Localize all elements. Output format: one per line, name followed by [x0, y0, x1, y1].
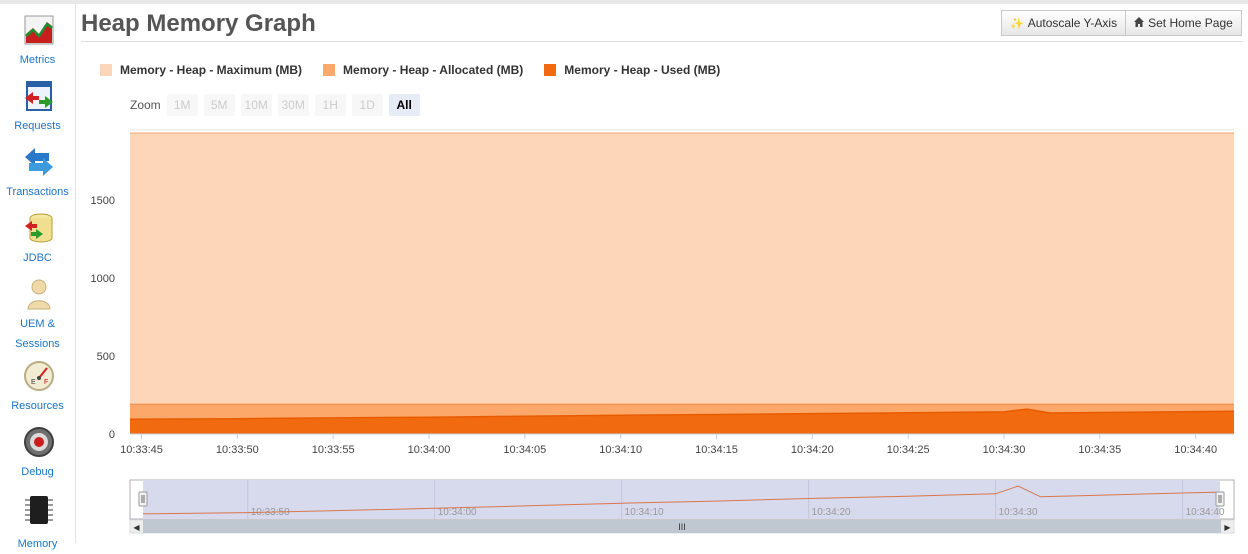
zoom-1d-button[interactable]: 1D: [351, 94, 383, 116]
sidebar-item-transactions[interactable]: Transactions: [0, 146, 75, 202]
chart-legend: Memory - Heap - Maximum (MB) Memory - He…: [100, 63, 741, 77]
debug-icon: [24, 427, 54, 457]
y-tick-label: 0: [109, 429, 115, 441]
zoom-1h-button[interactable]: 1H: [314, 94, 346, 116]
x-tick-label: 10:34:25: [887, 444, 930, 456]
y-tick-label: 1000: [91, 273, 115, 285]
y-tick-label: 500: [97, 351, 115, 363]
legend-item-maximum[interactable]: Memory - Heap - Maximum (MB): [100, 63, 302, 77]
y-tick-label: 1500: [91, 195, 115, 207]
legend-item-allocated[interactable]: Memory - Heap - Allocated (MB): [323, 63, 523, 77]
zoom-10m-button[interactable]: 10M: [240, 94, 272, 116]
svg-text:E: E: [31, 379, 36, 386]
sidebar-item-label: Metrics: [19, 54, 56, 66]
sidebar-item-requests[interactable]: Requests: [0, 80, 75, 136]
sidebar-item-label: UEM &: [20, 318, 55, 330]
header-toolbar: ✨ Autoscale Y-Axis Set Home Page: [1001, 10, 1242, 36]
legend-swatch: [100, 64, 112, 76]
metrics-chart-icon: [24, 15, 54, 45]
sidebar-item-memory[interactable]: Memory: [0, 494, 75, 550]
navigator-tick-label: 10:34:10: [625, 507, 664, 518]
sidebar-item-label: Debug: [21, 466, 54, 478]
sidebar-item-jdbc[interactable]: JDBC: [0, 212, 75, 268]
user-icon: [27, 279, 51, 310]
navigator-left-handle[interactable]: [138, 491, 148, 507]
sidebar-item-label: Transactions: [6, 186, 69, 198]
zoom-selector: Zoom 1M 5M 10M 30M 1H 1D All: [130, 94, 426, 116]
x-tick-label: 10:34:00: [408, 444, 451, 456]
transactions-arrows-icon: [25, 148, 53, 176]
gauge-icon: E F: [24, 361, 54, 391]
scroll-left-arrow-icon[interactable]: ◀: [133, 523, 140, 532]
area-series-used-line: [129, 408, 1235, 420]
sidebar-item-label: JDBC: [23, 252, 52, 264]
sidebar-item-resources[interactable]: E F Resources: [0, 360, 75, 416]
sidebar-item-label: Resources: [11, 400, 64, 412]
x-tick-label: 10:34:05: [503, 444, 546, 456]
x-tick-label: 10:33:50: [216, 444, 259, 456]
x-tick-label: 10:34:35: [1078, 444, 1121, 456]
x-tick-label: 10:34:20: [791, 444, 834, 456]
memory-chip-icon: [25, 496, 53, 524]
navigator-right-handle[interactable]: [1215, 491, 1225, 507]
zoom-30m-button[interactable]: 30M: [277, 94, 309, 116]
zoom-1m-button[interactable]: 1M: [166, 94, 198, 116]
sidebar-item-label: Memory: [17, 538, 58, 550]
scrollbar-grip-icon: III: [678, 522, 686, 532]
legend-item-used[interactable]: Memory - Heap - Used (MB): [544, 63, 720, 77]
autoscale-y-axis-button[interactable]: ✨ Autoscale Y-Axis: [1001, 10, 1127, 36]
sidebar-item-label: Requests: [14, 120, 61, 132]
x-tick-label: 10:34:10: [599, 444, 642, 456]
legend-label: Memory - Heap - Maximum (MB): [120, 63, 303, 77]
navigator-tick-label: 10:34:00: [438, 507, 477, 518]
svg-text:F: F: [44, 379, 48, 386]
home-label: Set Home Page: [1148, 16, 1233, 30]
magic-wand-icon: ✨: [1010, 17, 1024, 30]
navigator-mask[interactable]: [143, 480, 1220, 519]
x-tick-label: 10:34:30: [983, 444, 1026, 456]
sidebar-item-debug[interactable]: Debug: [0, 426, 75, 482]
page-title: Heap Memory Graph: [81, 10, 316, 37]
navigator-tick-label: 10:34:20: [812, 507, 851, 518]
navigator-tick-label: 10:34:40: [1186, 507, 1225, 518]
title-divider: [81, 41, 1243, 42]
area-series-allocated: [130, 404, 1234, 434]
scroll-right-arrow-icon[interactable]: ▶: [1224, 523, 1231, 532]
x-tick-label: 10:34:15: [695, 444, 738, 456]
x-tick-label: 10:34:40: [1174, 444, 1217, 456]
area-series-maximum: [130, 133, 1234, 434]
top-border: [0, 0, 1248, 4]
zoom-5m-button[interactable]: 5M: [203, 94, 235, 116]
requests-icon: [25, 81, 53, 111]
legend-swatch: [323, 64, 336, 76]
zoom-label: Zoom: [130, 98, 161, 112]
legend-label: Memory - Heap - Allocated (MB): [343, 63, 524, 77]
x-tick-label: 10:33:55: [312, 444, 355, 456]
sidebar-item-label: Sessions: [15, 338, 60, 350]
sidebar-item-uem-sessions[interactable]: UEM & Sessions: [0, 278, 75, 354]
sidebar-item-metrics[interactable]: Metrics: [0, 14, 75, 70]
heap-memory-chart: 0 500 1000 1500 10:33:45 10:33:50 10:33:55 10:…: [91, 129, 1235, 534]
navigator-tick-label: 10:34:30: [999, 507, 1038, 518]
database-icon: [25, 213, 53, 243]
home-icon: [1134, 16, 1145, 30]
set-home-page-button[interactable]: Set Home Page: [1126, 10, 1242, 36]
area-series-used: [130, 409, 1234, 434]
legend-swatch: [544, 64, 557, 76]
sidebar: Metrics Requests Transactions JDBC UEM &…: [0, 4, 76, 550]
x-tick-label: 10:33:45: [120, 444, 163, 456]
zoom-all-button[interactable]: All: [388, 94, 420, 116]
legend-label: Memory - Heap - Used (MB): [564, 63, 721, 77]
autoscale-label: Autoscale Y-Axis: [1027, 16, 1118, 30]
